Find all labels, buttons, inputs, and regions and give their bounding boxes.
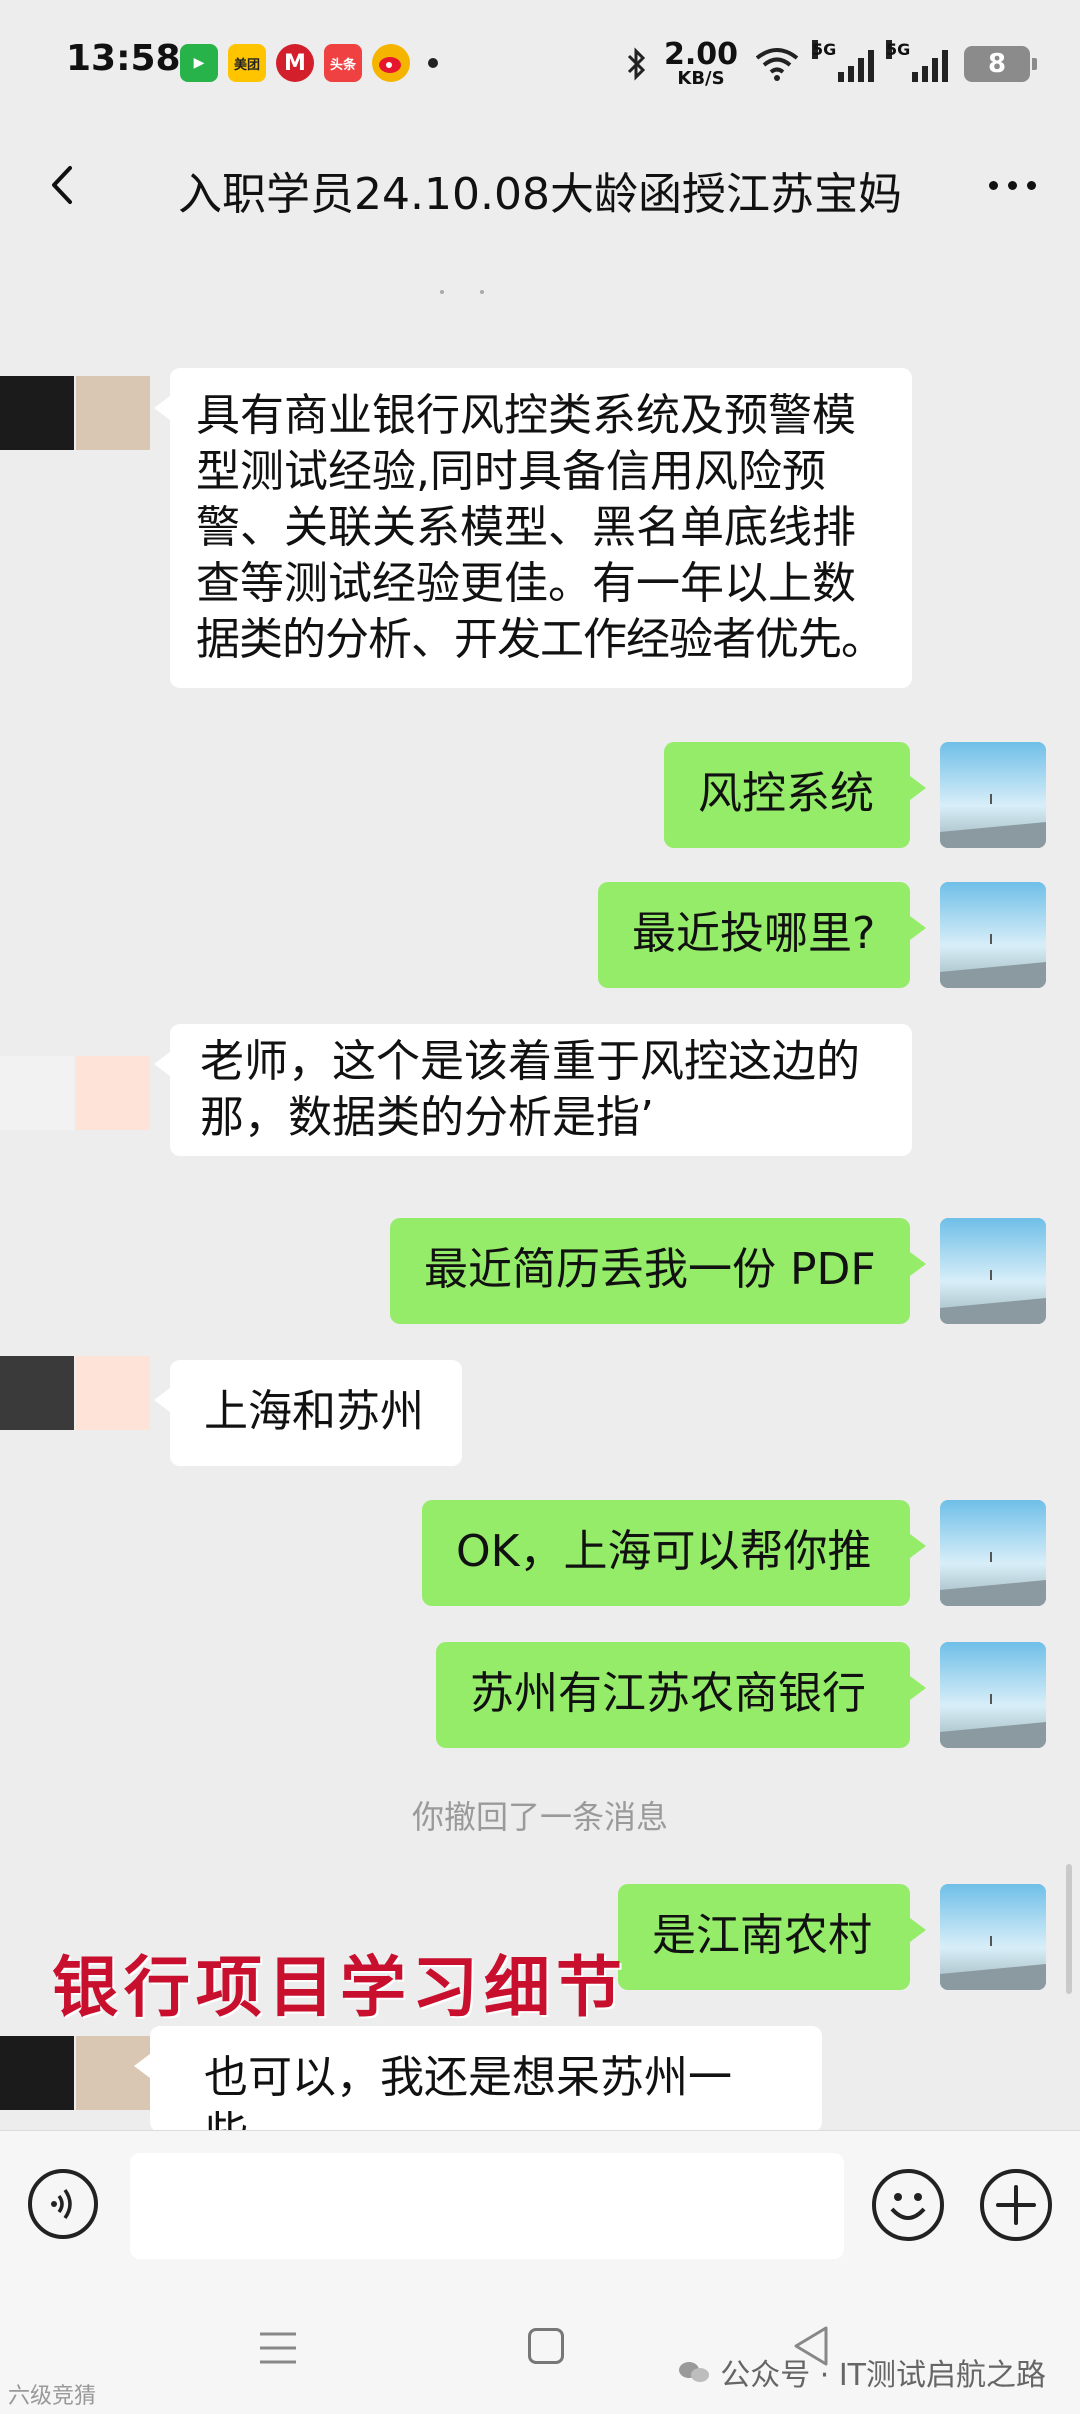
message-text: 最近投哪里?	[632, 908, 876, 959]
system-icons: 2.00 KB/S 5G 5G 8	[626, 40, 1037, 88]
network-speed-value: 2.00	[663, 37, 738, 72]
my-avatar[interactable]	[940, 1218, 1046, 1324]
meituan-icon: 美团	[228, 44, 266, 82]
video-app-icon: ▶	[180, 44, 218, 82]
more-options-icon[interactable]	[982, 170, 1042, 200]
status-bar: 13:58 ▶ 美团 M 头条 2.00 KB/S 5G 5G 8	[0, 0, 1080, 120]
notification-app-icons: ▶ 美团 M 头条	[180, 44, 438, 82]
message-input[interactable]	[130, 2153, 844, 2259]
message-text: OK，上海可以帮你推	[456, 1526, 872, 1577]
signal-icon-1: 5G	[812, 40, 874, 82]
message-text: 型测试经验,同时具备信用风险预	[196, 446, 826, 497]
plus-icon	[996, 2185, 1036, 2225]
message-bubble-outgoing[interactable]: 苏州有江苏农商银行	[436, 1642, 926, 1748]
message-text: 最近简历丢我一份 PDF	[424, 1244, 876, 1295]
contact-avatar[interactable]	[0, 2036, 150, 2110]
my-avatar[interactable]	[940, 742, 1046, 848]
system-navigation-bar: 公众号 · IT测试启航之路 六级竞猜	[0, 2278, 1080, 2414]
my-avatar[interactable]	[940, 1884, 1046, 1990]
contact-avatar[interactable]	[0, 1056, 150, 1130]
message-bubble-incoming[interactable]: 具有商业银行风控类系统及预警模 型测试经验,同时具备信用风险预 警、关联关系模型…	[154, 368, 912, 688]
signal-label-1: 5G	[812, 40, 837, 59]
mcdonalds-icon: M	[276, 44, 314, 82]
voice-icon	[51, 2188, 72, 2220]
message-bubble-incoming[interactable]: 也可以，我还是想呆苏州一些	[134, 2026, 822, 2130]
wechat-official-account-icon	[679, 2362, 710, 2382]
message-text: 查等测试经验更佳。有一年以上数	[196, 558, 856, 609]
message-text: 风控系统	[698, 768, 874, 819]
message-bubble-outgoing[interactable]: 是江南农村	[618, 1884, 926, 1990]
chat-title: 入职学员24.10.08大龄函授江苏宝妈	[178, 169, 902, 220]
message-text: 据类的分析、开发工作经验者优先。	[196, 614, 885, 665]
contact-avatar[interactable]	[0, 1356, 150, 1430]
signal-icon-2: 5G	[886, 40, 948, 82]
weibo-icon	[372, 44, 410, 82]
more-notifications-dot	[428, 58, 438, 68]
message-bubble-outgoing[interactable]: 风控系统	[664, 742, 926, 848]
message-text: 苏州有江苏农商银行	[470, 1668, 866, 1719]
my-avatar[interactable]	[940, 882, 1046, 988]
watermark-text: 公众号 · IT测试启航之路	[720, 2358, 1046, 2393]
emoji-button[interactable]	[872, 2169, 944, 2241]
voice-input-button[interactable]	[28, 2169, 98, 2239]
corner-watermark: 六级竞猜	[8, 2384, 97, 2409]
scroll-remnant	[400, 290, 520, 296]
overlay-caption: 银行项目学习细节	[52, 1948, 628, 2026]
network-speed-unit: KB/S	[677, 68, 725, 89]
my-avatar[interactable]	[940, 1642, 1046, 1748]
more-functions-button[interactable]	[980, 2169, 1052, 2241]
message-text: 也可以，我还是想呆苏州一些	[204, 2052, 732, 2130]
my-avatar[interactable]	[940, 1500, 1046, 1606]
bluetooth-icon	[627, 47, 646, 81]
message-text: 警、关联关系模型、黑名单底线排	[196, 502, 856, 553]
message-text: 是江南农村	[652, 1910, 872, 1961]
toutiao-icon: 头条	[324, 44, 362, 82]
chat-scrollbar[interactable]	[1066, 1864, 1072, 1994]
battery-indicator: 8	[964, 46, 1037, 82]
watermark: 公众号 · IT测试启航之路	[678, 2350, 1046, 2394]
recalled-message-notice: 你撤回了一条消息	[411, 1798, 668, 1836]
signal-label-2: 5G	[886, 40, 911, 59]
back-arrow-icon[interactable]	[40, 160, 90, 210]
chat-header: 入职学员24.10.08大龄函授江苏宝妈	[0, 120, 1080, 250]
chat-message-list[interactable]: 具有商业银行风控类系统及预警模 型测试经验,同时具备信用风险预 警、关联关系模型…	[0, 250, 1080, 2130]
message-bubble-incoming[interactable]: 上海和苏州	[154, 1360, 462, 1466]
message-bubble-outgoing[interactable]: 最近投哪里?	[598, 882, 926, 988]
message-text: 老师，这个是该着重于风控这边的	[200, 1036, 860, 1087]
message-text: 具有商业银行风控类系统及预警模	[196, 390, 856, 441]
message-text: 那，数据类的分析是指’	[200, 1092, 654, 1143]
recent-apps-icon[interactable]	[258, 2330, 298, 2366]
message-bubble-outgoing[interactable]: OK，上海可以帮你推	[422, 1500, 926, 1606]
message-bubble-incoming[interactable]: 老师，这个是该着重于风控这边的 那，数据类的分析是指’	[154, 1024, 912, 1156]
input-bar	[0, 2130, 1080, 2279]
home-icon[interactable]	[528, 2328, 564, 2364]
contact-avatar[interactable]	[0, 376, 150, 450]
network-speed: 2.00 KB/S	[664, 40, 738, 88]
status-time: 13:58	[66, 38, 181, 79]
message-bubble-outgoing[interactable]: 最近简历丢我一份 PDF	[390, 1218, 926, 1324]
smiley-icon	[890, 2193, 926, 2220]
wifi-icon	[755, 48, 799, 81]
message-text: 上海和苏州	[204, 1386, 424, 1437]
